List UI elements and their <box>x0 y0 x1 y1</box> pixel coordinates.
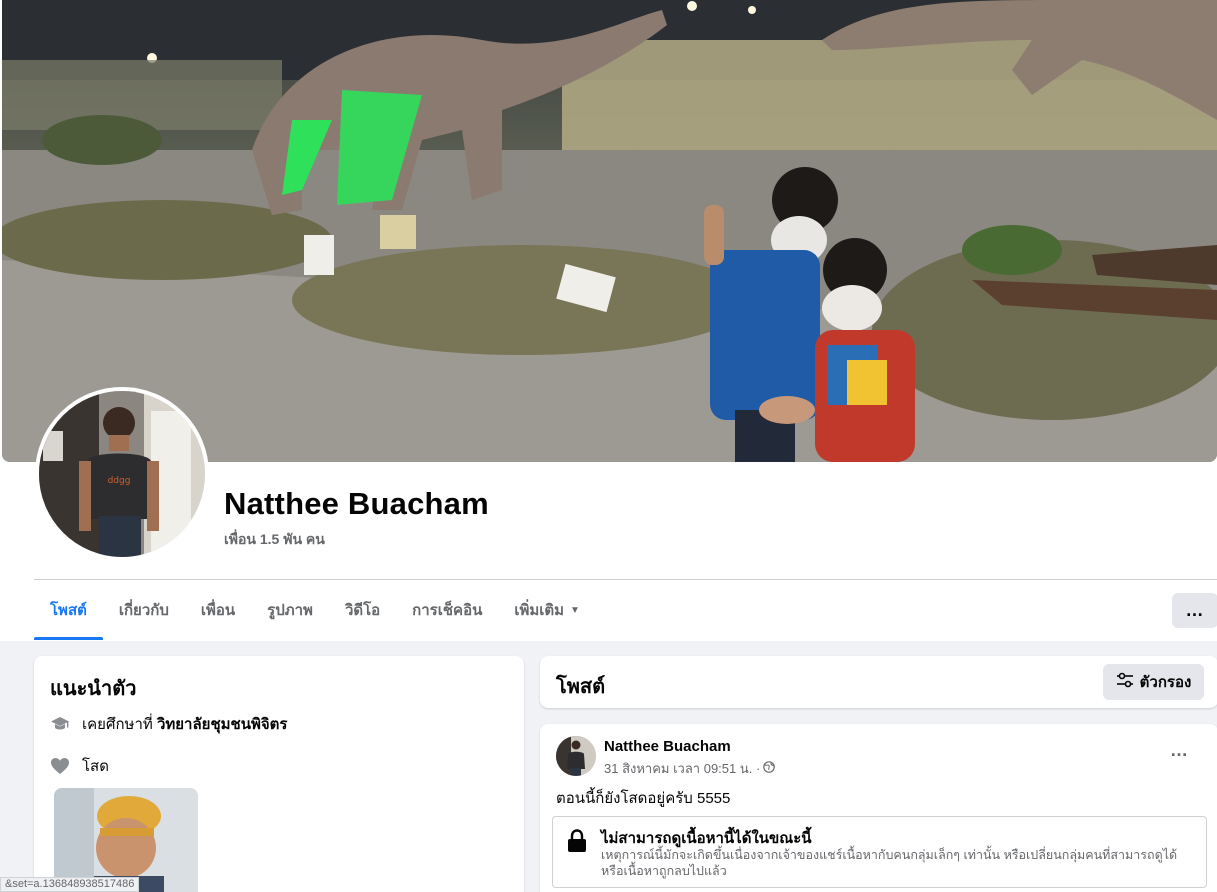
svg-text:ddgg: ddgg <box>108 476 131 486</box>
intro-relationship-row: โสด <box>50 754 109 778</box>
more-dots-icon: … <box>1185 600 1205 620</box>
post-author-name[interactable]: Natthee Buacham <box>604 738 731 755</box>
tab-label: เกี่ยวกับ <box>118 602 169 619</box>
tab-about[interactable]: เกี่ยวกับ <box>103 580 185 640</box>
tab-videos[interactable]: วิดีโอ <box>329 580 396 640</box>
education-school[interactable]: วิทยาลัยชุมชนพิจิตร <box>157 712 287 736</box>
filter-label: ตัวกรอง <box>1139 674 1192 691</box>
unavailable-description: เหตุการณ์นี้มักจะเกิดขึ้นเนื่องจากเจ้าขอ… <box>601 848 1178 878</box>
post-author-avatar-image <box>556 736 596 776</box>
profile-name: Natthee Buacham <box>224 486 489 521</box>
filter-button[interactable]: ตัวกรอง <box>1103 664 1204 700</box>
lock-icon <box>567 829 587 858</box>
posts-header: โพสต์ ตัวกรอง <box>540 656 1217 708</box>
cover-photo[interactable] <box>2 0 1217 462</box>
tab-photos[interactable]: รูปภาพ <box>251 580 329 640</box>
cover-photo-image <box>2 0 1217 462</box>
profile-header: ddgg Natthee Buacham เพื่อน 1.5 พัน คน โ… <box>0 0 1217 641</box>
sliders-icon <box>1116 672 1134 692</box>
intro-title: แนะนำตัว <box>50 678 137 700</box>
post-options-button[interactable]: … <box>1170 740 1189 761</box>
profile-picture-image: ddgg <box>39 391 205 557</box>
post-author-avatar[interactable] <box>556 736 596 776</box>
tab-label: วิดีโอ <box>344 602 381 619</box>
tab-label: รูปภาพ <box>267 602 313 619</box>
tab-friends[interactable]: เพื่อน <box>185 580 251 640</box>
tab-label: การเช็คอิน <box>412 602 483 619</box>
post-text: ตอนนี้ก็ยังโสดอยู่ครับ 5555 <box>556 790 731 807</box>
post-meta: 31 สิงหาคม เวลา 09:51 น. · <box>604 758 776 779</box>
tab-more[interactable]: เพิ่มเติม ▼ <box>498 580 596 640</box>
intro-card: แนะนำตัว เคยศึกษาที่ วิทยาลัยชุมชนพิจิตร… <box>34 656 524 892</box>
tab-posts[interactable]: โพสต์ <box>34 580 103 640</box>
status-bar-url: &set=a.136848938517486 <box>0 877 140 892</box>
globe-icon <box>763 761 776 776</box>
post-card: Natthee Buacham 31 สิงหาคม เวลา 09:51 น.… <box>540 724 1217 892</box>
education-prefix: เคยศึกษาที่ <box>82 716 153 733</box>
posts-title: โพสต์ <box>556 676 606 698</box>
relationship-status: โสด <box>82 758 109 775</box>
more-dots-icon: … <box>1170 740 1189 760</box>
tab-checkins[interactable]: การเช็คอิน <box>396 580 498 640</box>
heart-icon <box>50 756 70 776</box>
profile-more-button[interactable]: … <box>1172 593 1217 628</box>
tab-label: โพสต์ <box>50 602 87 619</box>
tab-label: เพิ่มเติม <box>514 602 565 619</box>
profile-picture: ddgg <box>39 391 205 557</box>
post-timestamp[interactable]: 31 สิงหาคม เวลา 09:51 น. · <box>604 758 760 779</box>
intro-education-row: เคยศึกษาที่ วิทยาลัยชุมชนพิจิตร <box>50 712 287 736</box>
friends-count[interactable]: เพื่อน 1.5 พัน คน <box>224 529 325 551</box>
profile-avatar[interactable]: ddgg <box>35 387 209 561</box>
tab-label: เพื่อน <box>200 602 236 619</box>
profile-tabs: โพสต์ เกี่ยวกับ เพื่อน รูปภาพ วิดีโอ การ… <box>34 580 596 640</box>
graduation-cap-icon <box>50 714 70 734</box>
caret-down-icon: ▼ <box>570 604 580 616</box>
content-unavailable-box: ไม่สามารถดูเนื้อหานี้ได้ในขณะนี้ เหตุการ… <box>552 816 1207 888</box>
